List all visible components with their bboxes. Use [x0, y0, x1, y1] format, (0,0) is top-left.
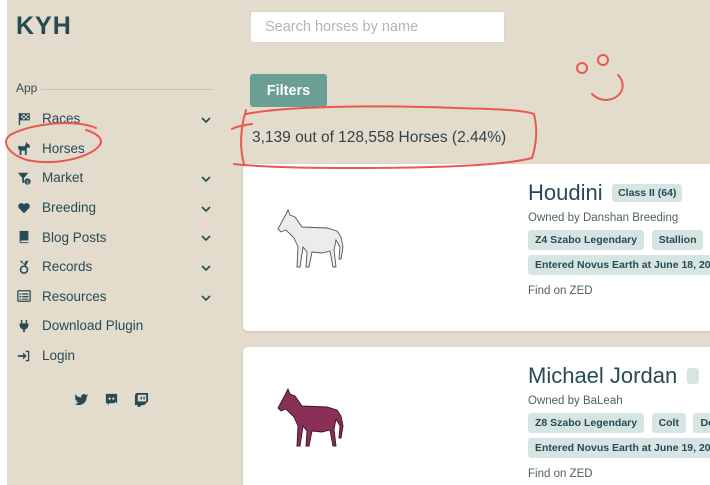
twitch-icon[interactable]	[134, 392, 150, 408]
horse-icon	[16, 140, 32, 156]
sidebar-item-label: Resources	[42, 288, 107, 304]
discord-icon[interactable]	[104, 392, 120, 408]
horse-details: Houdini Class II (64) Owned by Danshan B…	[528, 180, 710, 297]
sidebar-item-label: Download Plugin	[42, 318, 144, 334]
sidebar-item-records[interactable]: Records	[16, 252, 211, 282]
sidebar-nav: Races Horses $ Market Breeding Blog Post…	[16, 104, 211, 370]
sidebar-item-blog-posts[interactable]: Blog Posts	[16, 222, 211, 252]
heart-icon	[16, 200, 32, 216]
horse-details: Michael Jordan Owned by BaLeah Z8 Szabo …	[528, 363, 710, 480]
sidebar-item-resources[interactable]: Resources	[16, 282, 211, 312]
horse-owner: Owned by Danshan Breeding	[528, 212, 679, 224]
sidebar-item-races[interactable]: Races	[16, 104, 211, 134]
search-input[interactable]	[250, 11, 505, 43]
horse-card[interactable]: Houdini Class II (64) Owned by Danshan B…	[243, 164, 710, 331]
sidebar-item-label: Login	[42, 348, 76, 364]
section-label: App	[16, 81, 38, 95]
logo[interactable]: KYH	[16, 12, 72, 41]
horse-tags: Z8 Szabo Legendary Colt De	[528, 413, 710, 433]
gender-tag: Stallion	[651, 230, 704, 250]
find-on-zed-link[interactable]: Find on ZED	[528, 285, 710, 297]
chevron-down-icon	[201, 113, 211, 124]
horse-owner: Owned by BaLeah	[528, 395, 623, 407]
horse-silhouette	[277, 208, 344, 268]
sidebar-item-label: Races	[42, 111, 81, 127]
bloodline-tag: Z8 Szabo Legendary	[528, 413, 645, 433]
sidebar-item-login[interactable]: Login	[16, 341, 211, 371]
entered-tag: Entered Novus Earth at June 18, 20	[528, 255, 710, 275]
horse-silhouette	[277, 387, 344, 447]
sidebar-item-market[interactable]: $ Market	[16, 163, 211, 193]
gender-tag: Colt	[651, 413, 686, 433]
social-links	[74, 392, 150, 408]
results-count: 3,139 out of 128,558 Horses (2.44%)	[252, 129, 507, 146]
chevron-down-icon	[201, 231, 211, 242]
chevron-down-icon	[201, 172, 211, 183]
twitter-icon[interactable]	[74, 392, 90, 408]
sidebar-item-label: Market	[42, 170, 84, 186]
sidebar-item-download-plugin[interactable]: Download Plugin	[16, 311, 211, 341]
medal-icon	[16, 259, 32, 275]
horse-tags: Z4 Szabo Legendary Stallion	[528, 230, 710, 250]
filters-button[interactable]: Filters	[250, 74, 327, 107]
chevron-down-icon	[201, 291, 211, 301]
bloodline-tag: Z4 Szabo Legendary	[528, 230, 645, 250]
chevron-down-icon	[201, 261, 211, 272]
checkered-flag-icon	[16, 111, 32, 127]
app-window: KYH App Races Horses $ Market Breeding B…	[7, 0, 710, 485]
sidebar-item-label: Breeding	[42, 200, 97, 216]
chevron-down-icon	[201, 202, 211, 212]
entered-tag: Entered Novus Earth at June 19, 20	[528, 438, 710, 458]
class-badge	[686, 368, 699, 384]
funnel-dollar-icon: $	[16, 170, 32, 186]
horse-image	[271, 383, 361, 463]
horse-name[interactable]: Houdini	[528, 180, 603, 206]
plug-icon	[16, 318, 32, 334]
extra-tag: De	[693, 413, 710, 433]
list-icon	[16, 288, 32, 304]
find-on-zed-link[interactable]: Find on ZED	[528, 468, 710, 480]
horse-card[interactable]: Michael Jordan Owned by BaLeah Z8 Szabo …	[243, 347, 710, 485]
book-icon	[16, 229, 32, 245]
class-badge: Class II (64)	[612, 184, 683, 202]
sidebar-item-horses[interactable]: Horses	[16, 134, 211, 164]
svg-text:$: $	[26, 179, 29, 185]
sidebar-item-breeding[interactable]: Breeding	[16, 193, 211, 223]
horse-image	[271, 204, 361, 284]
sidebar-item-label: Records	[42, 259, 93, 275]
sign-in-icon	[16, 348, 32, 364]
sidebar-item-label: Blog Posts	[42, 229, 107, 245]
horse-name[interactable]: Michael Jordan	[528, 363, 677, 389]
section-divider	[41, 89, 213, 90]
sidebar-item-label: Horses	[42, 140, 85, 156]
